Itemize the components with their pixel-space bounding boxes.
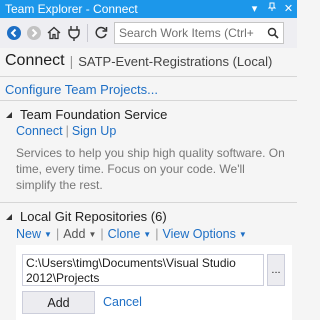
add-button[interactable]: Add <box>22 291 95 314</box>
tool-separator: | <box>100 227 104 241</box>
tfs-connect-link[interactable]: Connect <box>16 124 63 138</box>
tfs-links: Connect | Sign Up <box>16 124 116 138</box>
forward-arrow-icon[interactable] <box>24 23 44 43</box>
new-label: New <box>16 227 42 241</box>
section-divider <box>0 100 297 101</box>
toolbar: Search Work Items (Ctrl+ <box>0 18 297 48</box>
dropdown-icon[interactable]: ▾ <box>246 0 263 18</box>
add-repository-panel: C:\Users\timg\Documents\Visual Studio 20… <box>16 245 292 320</box>
refresh-icon[interactable] <box>91 23 111 43</box>
git-toolbar: New ▼ | Add ▼ | Clone ▼ | View Options ▼ <box>16 227 247 241</box>
cancel-link[interactable]: Cancel <box>103 295 142 309</box>
pin-icon[interactable] <box>263 0 280 18</box>
section-divider <box>0 202 297 203</box>
title-bar: Team Explorer - Connect ▾ ✕ <box>0 0 297 18</box>
add-label: Add <box>63 227 86 241</box>
tool-separator: | <box>155 227 159 241</box>
window-title: Team Explorer - Connect <box>5 2 138 16</box>
browse-button[interactable]: ... <box>267 254 285 286</box>
tfs-signup-link[interactable]: Sign Up <box>72 124 116 138</box>
home-icon[interactable] <box>44 23 64 43</box>
context-label: SATP-Event-Registrations (Local) <box>78 53 273 69</box>
tool-separator: | <box>55 227 60 241</box>
clone-label: Clone <box>107 227 141 241</box>
view-options-dropdown[interactable]: View Options ▼ <box>162 227 246 241</box>
plug-icon[interactable] <box>64 23 84 43</box>
configure-team-projects-link[interactable]: Configure Team Projects... <box>5 82 158 97</box>
tfs-section-title: Team Foundation Service <box>20 107 168 122</box>
clone-dropdown[interactable]: Clone ▼ <box>108 227 152 241</box>
add-dropdown[interactable]: Add ▼ <box>63 227 96 241</box>
close-icon[interactable]: ✕ <box>280 0 297 18</box>
chevron-down-icon: ▼ <box>44 229 52 239</box>
tfs-section-header[interactable]: Team Foundation Service <box>4 107 167 122</box>
page-header: Connect | SATP-Event-Registrations (Loca… <box>0 48 297 74</box>
tfs-description: Services to help you ship high quality s… <box>16 146 285 192</box>
back-arrow-icon[interactable] <box>4 23 24 43</box>
header-divider <box>0 76 297 77</box>
collapse-triangle-icon[interactable] <box>4 212 14 222</box>
page-title: Connect <box>5 52 65 69</box>
search-placeholder: Search Work Items (Ctrl+ <box>119 26 254 40</box>
search-icon[interactable] <box>263 27 283 39</box>
link-separator: | <box>65 124 69 138</box>
repository-path-input[interactable]: C:\Users\timg\Documents\Visual Studio 20… <box>22 254 264 286</box>
new-dropdown[interactable]: New ▼ <box>16 227 52 241</box>
search-input[interactable]: Search Work Items (Ctrl+ <box>114 22 284 44</box>
view-options-label: View Options <box>162 227 236 241</box>
chevron-down-icon: ▼ <box>238 229 247 239</box>
collapse-triangle-icon[interactable] <box>4 110 14 120</box>
title-separator: | <box>69 53 74 69</box>
git-section-header[interactable]: Local Git Repositories (6) <box>4 209 167 224</box>
chevron-down-icon: ▼ <box>88 229 97 239</box>
chevron-down-icon: ▼ <box>143 229 152 239</box>
git-section-title: Local Git Repositories (6) <box>20 209 167 224</box>
toolbar-separator <box>87 24 88 42</box>
